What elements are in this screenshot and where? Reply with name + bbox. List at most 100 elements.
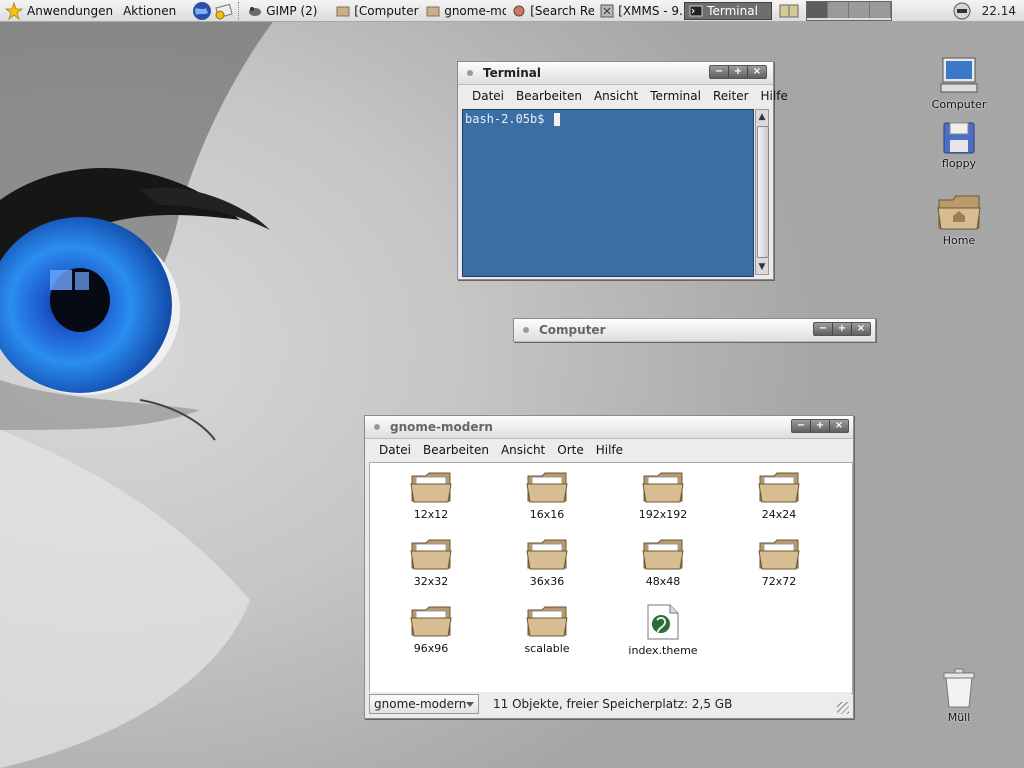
scroll-down-arrow-icon[interactable]: ▼: [756, 260, 768, 274]
menu-datei[interactable]: Datei: [373, 443, 417, 457]
file-item[interactable]: 192x192: [605, 470, 721, 537]
browser-launcher[interactable]: [191, 0, 213, 22]
window-buttons: − + ×: [791, 419, 849, 433]
maximize-button[interactable]: +: [833, 323, 852, 335]
close-button[interactable]: ×: [748, 66, 766, 78]
window-title: gnome-modern: [390, 420, 493, 434]
file-icon-view[interactable]: 12x12 16x16 192x192 24x24 32x32 36x36 48…: [369, 462, 853, 694]
xmms-icon: [600, 4, 614, 17]
menu-orte[interactable]: Orte: [551, 443, 589, 457]
task-search[interactable]: [Search Re:: [508, 2, 594, 20]
desktop-icon-home[interactable]: Home: [924, 192, 994, 247]
file-item[interactable]: 72x72: [721, 537, 837, 604]
desktop-icon-label: floppy: [941, 157, 977, 170]
desktop-icon-floppy[interactable]: floppy: [924, 121, 994, 170]
file-item[interactable]: 16x16: [489, 470, 605, 537]
folder-icon: [526, 539, 568, 570]
maximize-button[interactable]: +: [811, 420, 830, 432]
folder-icon: [410, 539, 452, 570]
file-label: 48x48: [645, 575, 681, 588]
window-menu-button[interactable]: [374, 424, 380, 430]
folder-icon: [526, 472, 568, 503]
gnome-star-icon: [5, 1, 23, 20]
window-menu-button[interactable]: [467, 70, 473, 76]
task-terminal[interactable]: Terminal: [684, 1, 773, 20]
minimize-button[interactable]: −: [792, 420, 811, 432]
menu-ansicht[interactable]: Ansicht: [588, 89, 644, 103]
terminal-titlebar[interactable]: Terminal − + ×: [458, 62, 773, 85]
task-label: [Computer]: [354, 3, 421, 18]
close-button[interactable]: ×: [852, 323, 870, 335]
window-list: GIMP (2) [Computer] gnome-moc [Search Re…: [244, 0, 774, 22]
file-item[interactable]: 24x24: [721, 470, 837, 537]
terminal-window: Terminal − + × Datei Bearbeiten Ansicht …: [457, 61, 788, 280]
workspace-2[interactable]: [828, 1, 850, 18]
file-item[interactable]: 32x32: [373, 537, 489, 604]
resize-grip[interactable]: [837, 702, 849, 714]
folder-icon: [642, 472, 684, 503]
notes-launcher[interactable]: [778, 0, 800, 22]
actions-menu[interactable]: Aktionen: [118, 0, 181, 22]
computer-icon: [940, 57, 978, 93]
folder-icon: [642, 539, 684, 570]
minimize-button[interactable]: −: [710, 66, 729, 78]
panel-clock[interactable]: 22.14: [944, 2, 1024, 20]
workspace-switcher[interactable]: [806, 0, 893, 21]
desktop-icon-label: Müll: [947, 711, 971, 724]
minimize-button[interactable]: −: [814, 323, 833, 335]
location-combo[interactable]: gnome-modern: [369, 694, 479, 714]
terminal-screen[interactable]: bash-2.05b$: [462, 109, 754, 277]
file-item[interactable]: 48x48: [605, 537, 721, 604]
menu-hilfe[interactable]: Hilfe: [590, 443, 629, 457]
menu-terminal[interactable]: Terminal: [644, 89, 707, 103]
computer-titlebar[interactable]: Computer − + ×: [514, 319, 875, 342]
workspace-4[interactable]: [870, 1, 892, 18]
menu-datei[interactable]: Datei: [466, 89, 510, 103]
menu-hilfe[interactable]: Hilfe: [755, 89, 794, 103]
file-item[interactable]: 12x12: [373, 470, 489, 537]
panel-separator: [238, 1, 241, 20]
folder-icon: [336, 6, 350, 16]
window-menu-button[interactable]: [523, 327, 529, 333]
file-item[interactable]: 36x36: [489, 537, 605, 604]
close-button[interactable]: ×: [830, 420, 848, 432]
folder-icon: [426, 6, 440, 16]
task-xmms[interactable]: [XMMS - 9. !: [596, 2, 682, 20]
maximize-button[interactable]: +: [729, 66, 748, 78]
file-item[interactable]: scalable: [489, 604, 605, 671]
desktop-icon-trash[interactable]: Müll: [924, 667, 994, 724]
file-item[interactable]: 96x96: [373, 604, 489, 671]
window-buttons: − + ×: [813, 322, 871, 336]
window-buttons: − + ×: [709, 65, 767, 79]
file-grid: 12x12 16x16 192x192 24x24 32x32 36x36 48…: [370, 463, 852, 671]
menu-reiter[interactable]: Reiter: [707, 89, 755, 103]
desktop-icon-computer[interactable]: Computer: [924, 56, 994, 111]
menu-ansicht[interactable]: Ansicht: [495, 443, 551, 457]
filemanager-menubar: Datei Bearbeiten Ansicht Orte Hilfe: [365, 439, 853, 461]
notes-icon: [779, 4, 799, 17]
task-computer[interactable]: [Computer]: [332, 2, 420, 20]
terminal-output: bash-2.05b$: [463, 110, 753, 128]
volume-icon: [953, 2, 971, 19]
task-gnome-modern[interactable]: gnome-moc: [422, 2, 506, 20]
window-title: Computer: [539, 323, 606, 337]
applications-menu[interactable]: Anwendungen: [0, 0, 118, 22]
filemanager-titlebar[interactable]: gnome-modern − + ×: [365, 416, 853, 439]
folder-icon: [758, 472, 800, 503]
menu-bearbeiten[interactable]: Bearbeiten: [510, 89, 588, 103]
terminal-scrollbar[interactable]: ▲ ▼: [755, 109, 769, 275]
terminal-icon: [689, 5, 703, 16]
terminal-menubar: Datei Bearbeiten Ansicht Terminal Reiter…: [458, 85, 788, 107]
file-label: 16x16: [529, 508, 565, 521]
task-gimp[interactable]: GIMP (2): [244, 2, 330, 20]
folder-icon: [410, 472, 452, 503]
scroll-up-arrow-icon[interactable]: ▲: [756, 110, 768, 124]
mail-launcher[interactable]: [213, 0, 235, 22]
scrollbar-thumb[interactable]: [757, 126, 769, 258]
workspace-3[interactable]: [849, 1, 871, 18]
workspace-1[interactable]: [807, 1, 829, 18]
menu-bearbeiten[interactable]: Bearbeiten: [417, 443, 495, 457]
mail-icon: [215, 3, 233, 19]
file-label: 192x192: [638, 508, 688, 521]
file-item[interactable]: index.theme: [605, 604, 721, 671]
